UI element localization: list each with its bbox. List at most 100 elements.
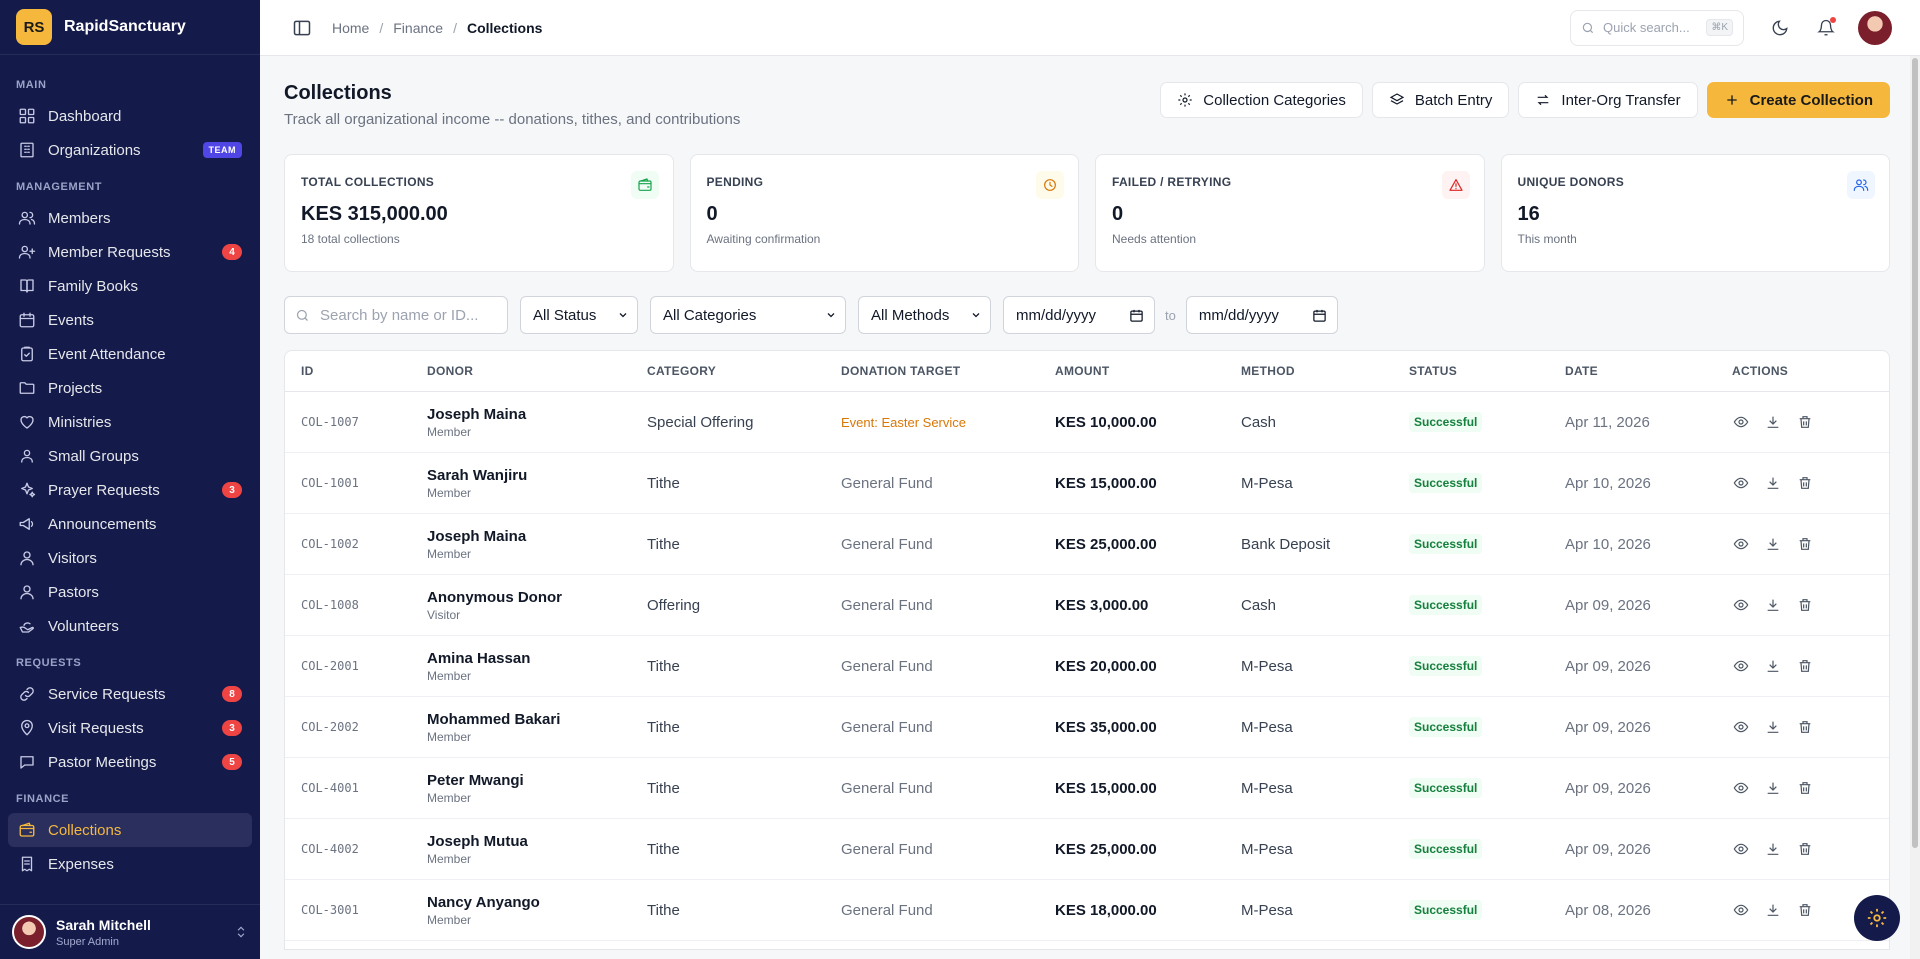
table-row[interactable]: COL-3001 Nancy Anyango Member Tithe General … [285,880,1889,941]
method-cell: M-Pesa [1241,901,1293,919]
download-icon[interactable] [1764,474,1782,492]
sidebar-item-family-books[interactable]: Family Books [8,269,252,303]
sidebar-item-visitors[interactable]: Visitors [8,541,252,575]
eye-icon[interactable] [1732,901,1750,919]
quick-search-input[interactable]: Quick search... ⌘K [1570,9,1744,46]
download-icon[interactable] [1764,596,1782,614]
download-icon[interactable] [1764,413,1782,431]
collection-id: COL-1001 [301,476,359,490]
date-to-input[interactable]: mm/dd/yyyy [1185,296,1338,334]
trash-icon[interactable] [1796,718,1814,736]
method-filter-select[interactable]: All Methods [858,296,991,334]
table-row[interactable]: COL-2002 Mohammed Bakari Member Tithe Genera… [285,697,1889,758]
sidebar-item-event-attendance[interactable]: Event Attendance [8,337,252,371]
breadcrumb-finance[interactable]: Finance [393,20,443,36]
bell-icon[interactable] [1816,16,1836,38]
category-filter-select[interactable]: All Categories [650,296,846,334]
collections-search-input[interactable]: Search by name or ID... [284,296,508,334]
trash-icon[interactable] [1796,535,1814,553]
download-icon[interactable] [1764,779,1782,797]
column-header-donor[interactable]: DONOR [427,364,647,378]
eye-icon[interactable] [1732,779,1750,797]
table-row[interactable]: COL-1007 Joseph Maina Member Special Offeri… [285,392,1889,453]
sidebar-item-pastor-meetings[interactable]: Pastor Meetings 5 [8,745,252,779]
table-row[interactable]: COL-1008 Anonymous Donor Visitor Offering Ge… [285,575,1889,636]
eye-icon[interactable] [1732,535,1750,553]
sidebar-item-events[interactable]: Events [8,303,252,337]
breadcrumb-home[interactable]: Home [332,20,369,36]
collection-id: COL-2002 [301,720,359,734]
sidebar-item-volunteers[interactable]: Volunteers [8,609,252,643]
sidebar-item-service-requests[interactable]: Service Requests 8 [8,677,252,711]
table-row[interactable]: COL-4001 Peter Mwangi Member Tithe General F… [285,758,1889,819]
sidebar-item-collections[interactable]: Collections [8,813,252,847]
collection-categories-button[interactable]: Collection Categories [1160,82,1363,118]
sidebar-item-member-requests[interactable]: Member Requests 4 [8,235,252,269]
stat-subtext: 18 total collections [301,232,400,246]
trash-icon[interactable] [1796,413,1814,431]
download-icon[interactable] [1764,535,1782,553]
nav-section-title: FINANCE [16,793,70,805]
inter-org-transfer-button[interactable]: Inter-Org Transfer [1518,82,1698,118]
donation-target-cell: General Fund [841,718,933,736]
sidebar-item-prayer-requests[interactable]: Prayer Requests 3 [8,473,252,507]
date-from-input[interactable]: mm/dd/yyyy [1003,296,1155,334]
sidebar-item-ministries[interactable]: Ministries [8,405,252,439]
status-filter-select[interactable]: All Status [520,296,638,334]
trash-icon[interactable] [1796,596,1814,614]
scrollbar-thumb[interactable] [1912,58,1918,848]
column-header-donation-target[interactable]: DONATION TARGET [841,364,1055,378]
sidebar-item-label: Organizations [48,141,141,159]
profile-avatar[interactable] [1858,10,1892,45]
table-row[interactable]: COL-4002 Joseph Mutua Member Tithe General F… [285,819,1889,880]
stat-subtext: Needs attention [1112,232,1197,246]
table-row[interactable]: COL-2001 Amina Hassan Member Tithe General F… [285,636,1889,697]
sidebar-toggle-icon[interactable] [292,18,312,38]
sidebar-item-announcements[interactable]: Announcements [8,507,252,541]
sidebar-item-visit-requests[interactable]: Visit Requests 3 [8,711,252,745]
download-icon[interactable] [1764,718,1782,736]
sidebar-item-label: Pastor Meetings [48,753,157,771]
donation-target-cell[interactable]: Event: Easter Service [841,415,1055,430]
column-header-status[interactable]: STATUS [1409,364,1565,378]
column-header-method[interactable]: METHOD [1241,364,1409,378]
column-header-actions[interactable]: ACTIONS [1732,364,1872,378]
column-header-category[interactable]: CATEGORY [647,364,841,378]
column-header-amount[interactable]: AMOUNT [1055,364,1241,378]
collection-id: COL-4001 [301,781,359,795]
brand[interactable]: RS RapidSanctuary [0,0,260,55]
column-header-date[interactable]: DATE [1565,364,1732,378]
table-row[interactable]: COL-1001 Sarah Wanjiru Member Tithe General … [285,453,1889,514]
trash-icon[interactable] [1796,474,1814,492]
sidebar-item-projects[interactable]: Projects [8,371,252,405]
sidebar-item-members[interactable]: Members [8,201,252,235]
trash-icon[interactable] [1796,901,1814,919]
batch-entry-button[interactable]: Batch Entry [1371,82,1510,118]
create-collection-button[interactable]: Create Collection [1706,82,1890,118]
sidebar-item-organizations[interactable]: Organizations TEAM [8,133,252,167]
method-cell: Cash [1241,413,1277,431]
eye-icon[interactable] [1732,413,1750,431]
status-filter-value: All Status [533,306,597,324]
download-icon[interactable] [1764,840,1782,858]
settings-fab-button[interactable] [1854,895,1900,941]
sidebar-item-dashboard[interactable]: Dashboard [8,99,252,133]
trash-icon[interactable] [1796,657,1814,675]
trash-icon[interactable] [1796,840,1814,858]
eye-icon[interactable] [1732,840,1750,858]
sidebar-item-small-groups[interactable]: Small Groups [8,439,252,473]
trash-icon[interactable] [1796,779,1814,797]
sidebar-item-pastors[interactable]: Pastors [8,575,252,609]
eye-icon[interactable] [1732,474,1750,492]
column-header-id[interactable]: ID [301,364,427,378]
download-icon[interactable] [1764,657,1782,675]
page-title: Collections [284,82,392,104]
eye-icon[interactable] [1732,657,1750,675]
eye-icon[interactable] [1732,596,1750,614]
table-row[interactable]: COL-1002 Joseph Maina Member Tithe General F… [285,514,1889,575]
sidebar-item-expenses[interactable]: Expenses [8,847,252,881]
user-menu[interactable]: Sarah Mitchell Super Admin [0,904,260,959]
dark-mode-toggle-icon[interactable] [1770,18,1790,38]
eye-icon[interactable] [1732,718,1750,736]
download-icon[interactable] [1764,901,1782,919]
